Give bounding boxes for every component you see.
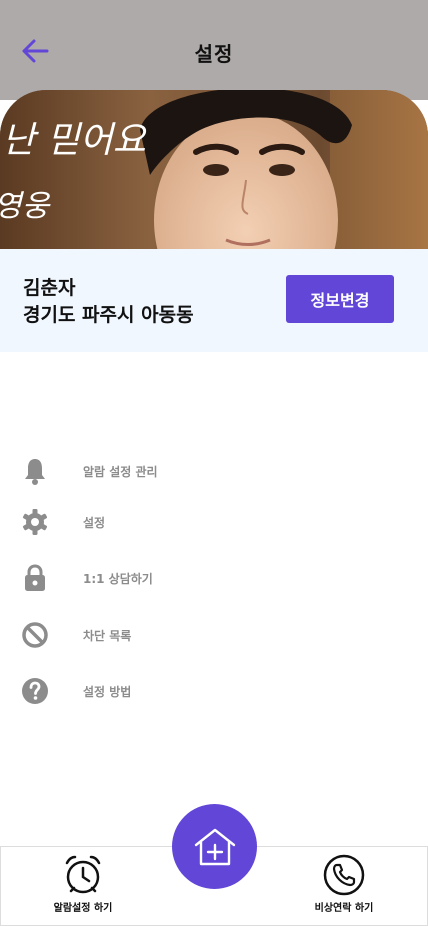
menu-item-label: 설정 [83, 516, 106, 530]
menu-item-label: 알람 설정 관리 [83, 465, 158, 479]
user-address: 경기도 파주시 아동동 [23, 304, 194, 326]
home-button[interactable] [172, 804, 257, 889]
gear-icon [22, 509, 48, 535]
profile-card: 김춘자 경기도 파주시 아동동 정보변경 [0, 249, 428, 352]
home-add-icon [194, 828, 235, 865]
banner-image: 난 믿어요 영웅 [0, 90, 428, 249]
settings-screen: 설정 난 믿어요 웅 김춘자 경기도 파주시 아동동 정보변경 알람 설정 관리… [0, 0, 428, 926]
lock-icon [25, 564, 45, 591]
emergency-contact-label: 비상연락 하기 [314, 903, 374, 914]
phone-icon [323, 854, 365, 896]
menu-item-label: 1:1 상담하기 [83, 572, 153, 586]
block-icon [22, 622, 48, 648]
bell-icon [25, 459, 45, 485]
emergency-contact-button[interactable]: 비상연락 하기 [289, 853, 399, 921]
menu-item-consult[interactable]: 1:1 상담하기 [0, 551, 428, 601]
help-icon [22, 678, 48, 704]
menu-item-label: 차단 목록 [83, 629, 132, 643]
menu-item-alarm-settings[interactable]: 알람 설정 관리 [0, 444, 428, 494]
header-bar: 설정 [0, 0, 428, 100]
alarm-settings-button[interactable]: 알람설정 하기 [28, 853, 138, 921]
menu-item-settings[interactable]: 설정 [0, 495, 428, 545]
alarm-settings-label: 알람설정 하기 [53, 903, 113, 914]
menu-item-label: 설정 방법 [83, 685, 132, 699]
user-name: 김춘자 [23, 277, 76, 299]
edit-profile-button[interactable]: 정보변경 [286, 275, 394, 323]
menu-item-help[interactable]: 설정 방법 [0, 664, 428, 714]
banner-caption: 난 믿어요 [2, 120, 148, 161]
banner-caption-sub: 영웅 [0, 189, 51, 224]
page-title: 설정 [194, 42, 234, 66]
menu-item-block-list[interactable]: 차단 목록 [0, 608, 428, 658]
alarm-clock-icon [65, 855, 101, 894]
